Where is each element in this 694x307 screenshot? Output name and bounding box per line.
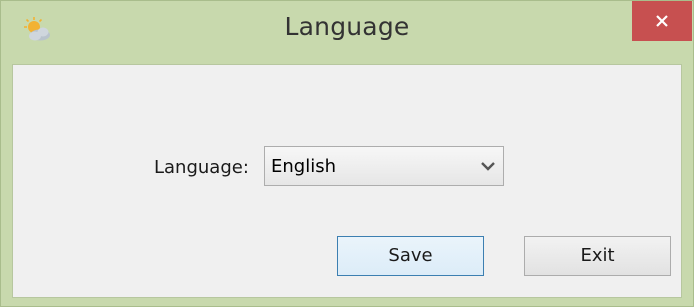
close-button[interactable] xyxy=(632,1,692,41)
window-title: Language xyxy=(284,12,410,41)
save-button[interactable]: Save xyxy=(337,236,484,276)
language-label: Language: xyxy=(154,157,249,178)
close-icon xyxy=(656,15,668,27)
title-bar[interactable]: Language xyxy=(1,1,693,61)
chevron-down-icon xyxy=(481,162,495,171)
language-dialog-window: Language Language: English Save Exit xyxy=(0,0,694,307)
language-select[interactable]: English xyxy=(264,146,504,186)
exit-button[interactable]: Exit xyxy=(524,236,671,276)
language-select-value: English xyxy=(271,156,336,177)
dialog-content: Language: English Save Exit xyxy=(12,64,682,298)
